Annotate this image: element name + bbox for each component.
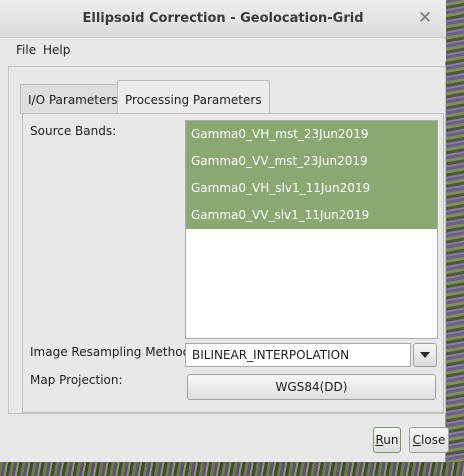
close-button[interactable]: Close bbox=[409, 427, 449, 453]
tab-processing-parameters[interactable]: Processing Parameters bbox=[117, 80, 270, 114]
desktop-background-bottom bbox=[0, 462, 464, 476]
list-item[interactable]: Gamma0_VH_slv1_11Jun2019 bbox=[186, 175, 437, 202]
menu-file[interactable]: File bbox=[16, 43, 36, 57]
close-mnemonic: C bbox=[412, 433, 422, 447]
source-bands-list[interactable]: Gamma0_VH_mst_23Jun2019 Gamma0_VV_mst_23… bbox=[185, 120, 438, 339]
title-bar[interactable]: Ellipsoid Correction - Geolocation-Grid … bbox=[0, 0, 446, 38]
resampling-method-label: Image Resampling Method: bbox=[30, 345, 195, 359]
desktop-background-right bbox=[446, 0, 464, 476]
close-window-icon[interactable]: ✕ bbox=[416, 9, 434, 27]
resampling-method-select[interactable]: BILINEAR_INTERPOLATION bbox=[185, 343, 411, 367]
list-item[interactable]: Gamma0_VV_slv1_11Jun2019 bbox=[186, 202, 437, 229]
list-item[interactable]: Gamma0_VV_mst_23Jun2019 bbox=[186, 148, 437, 175]
run-button[interactable]: Run bbox=[373, 427, 401, 453]
resampling-dropdown-button[interactable] bbox=[413, 343, 437, 367]
chevron-down-icon bbox=[420, 352, 430, 358]
map-projection-button[interactable]: WGS84(DD) bbox=[187, 374, 436, 400]
tab-io-parameters[interactable]: I/O Parameters bbox=[20, 84, 126, 114]
window-title: Ellipsoid Correction - Geolocation-Grid bbox=[82, 11, 364, 26]
map-projection-label: Map Projection: bbox=[30, 373, 123, 387]
menu-bar: File Help bbox=[0, 39, 446, 61]
menu-help[interactable]: Help bbox=[43, 43, 70, 57]
close-label-rest: lose bbox=[421, 433, 446, 447]
source-bands-label: Source Bands: bbox=[30, 124, 117, 138]
run-label-rest: un bbox=[383, 433, 399, 447]
list-item[interactable]: Gamma0_VH_mst_23Jun2019 bbox=[186, 121, 437, 148]
